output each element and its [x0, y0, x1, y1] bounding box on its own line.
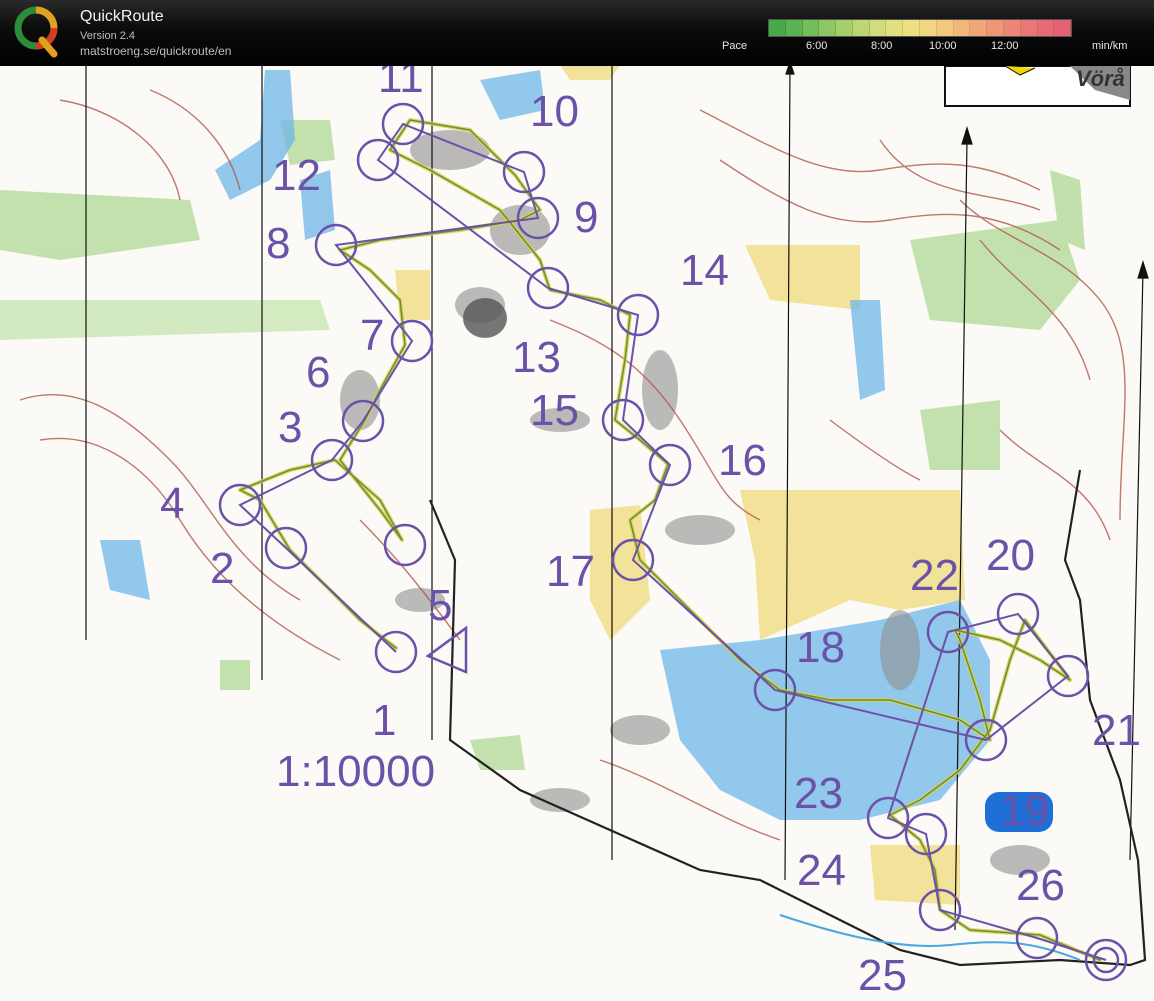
app-header: QuickRoute Version 2.4 matstroeng.se/qui…: [0, 0, 1154, 66]
control-number-2: 2: [210, 544, 234, 593]
control-number-26: 26: [1016, 861, 1065, 910]
control-number-24: 24: [797, 846, 846, 895]
app-url[interactable]: matstroeng.se/quickroute/en: [80, 44, 231, 58]
pace-tick: 6:00: [806, 40, 828, 52]
control-number-18: 18: [796, 623, 845, 672]
control-number-9: 9: [574, 193, 598, 242]
control-number-19: 19: [1000, 786, 1049, 835]
inset-place-name: Vörå: [1076, 66, 1125, 91]
control-number-12: 12: [272, 151, 321, 200]
control-number-7: 7: [360, 311, 384, 360]
control-number-3: 3: [278, 403, 302, 452]
control-number-13: 13: [512, 333, 561, 382]
control-number-4: 4: [160, 479, 184, 528]
control-number-6: 6: [306, 348, 330, 397]
control-number-11: 11: [378, 66, 424, 102]
control-number-20: 20: [986, 531, 1035, 580]
control-number-5: 5: [428, 581, 452, 630]
control-number-8: 8: [266, 219, 290, 268]
map-canvas: Vörå 1:10000 123456789101112131415161718…: [0, 66, 1149, 1000]
control-number-17: 17: [546, 547, 595, 596]
control-number-15: 15: [530, 386, 579, 435]
control-number-16: 16: [718, 436, 767, 485]
pace-tick: 12:00: [991, 40, 1019, 52]
map-scale-label: 1:10000: [276, 747, 435, 796]
pace-label: Pace: [722, 40, 748, 52]
quickroute-logo-icon: [14, 6, 58, 58]
control-number-1: 1: [372, 696, 396, 745]
pace-unit: min/km: [1092, 40, 1128, 52]
control-number-14: 14: [680, 246, 729, 295]
pace-color-scale: [768, 19, 1072, 37]
pace-tick: 10:00: [929, 40, 957, 52]
orienteering-map[interactable]: Vörå 1:10000 1 2 3 4 5 6 7 8 9 10 11 12 13 14 15 16 17 18…: [0, 66, 1154, 1001]
control-number-21: 21: [1092, 706, 1141, 755]
start-triangle: [425, 625, 468, 674]
location-inset: Vörå: [944, 66, 1131, 107]
control-circle-5: [383, 523, 427, 567]
water-areas: [100, 70, 990, 820]
marsh-13: [463, 298, 507, 338]
app-version: Version 2.4: [80, 30, 136, 42]
control-number-10: 10: [530, 87, 579, 136]
pace-tick: 8:00: [871, 40, 893, 52]
control-number-25: 25: [858, 951, 907, 1000]
control-number-22: 22: [910, 551, 959, 600]
control-number-23: 23: [794, 769, 843, 818]
app-title: QuickRoute: [80, 8, 164, 25]
